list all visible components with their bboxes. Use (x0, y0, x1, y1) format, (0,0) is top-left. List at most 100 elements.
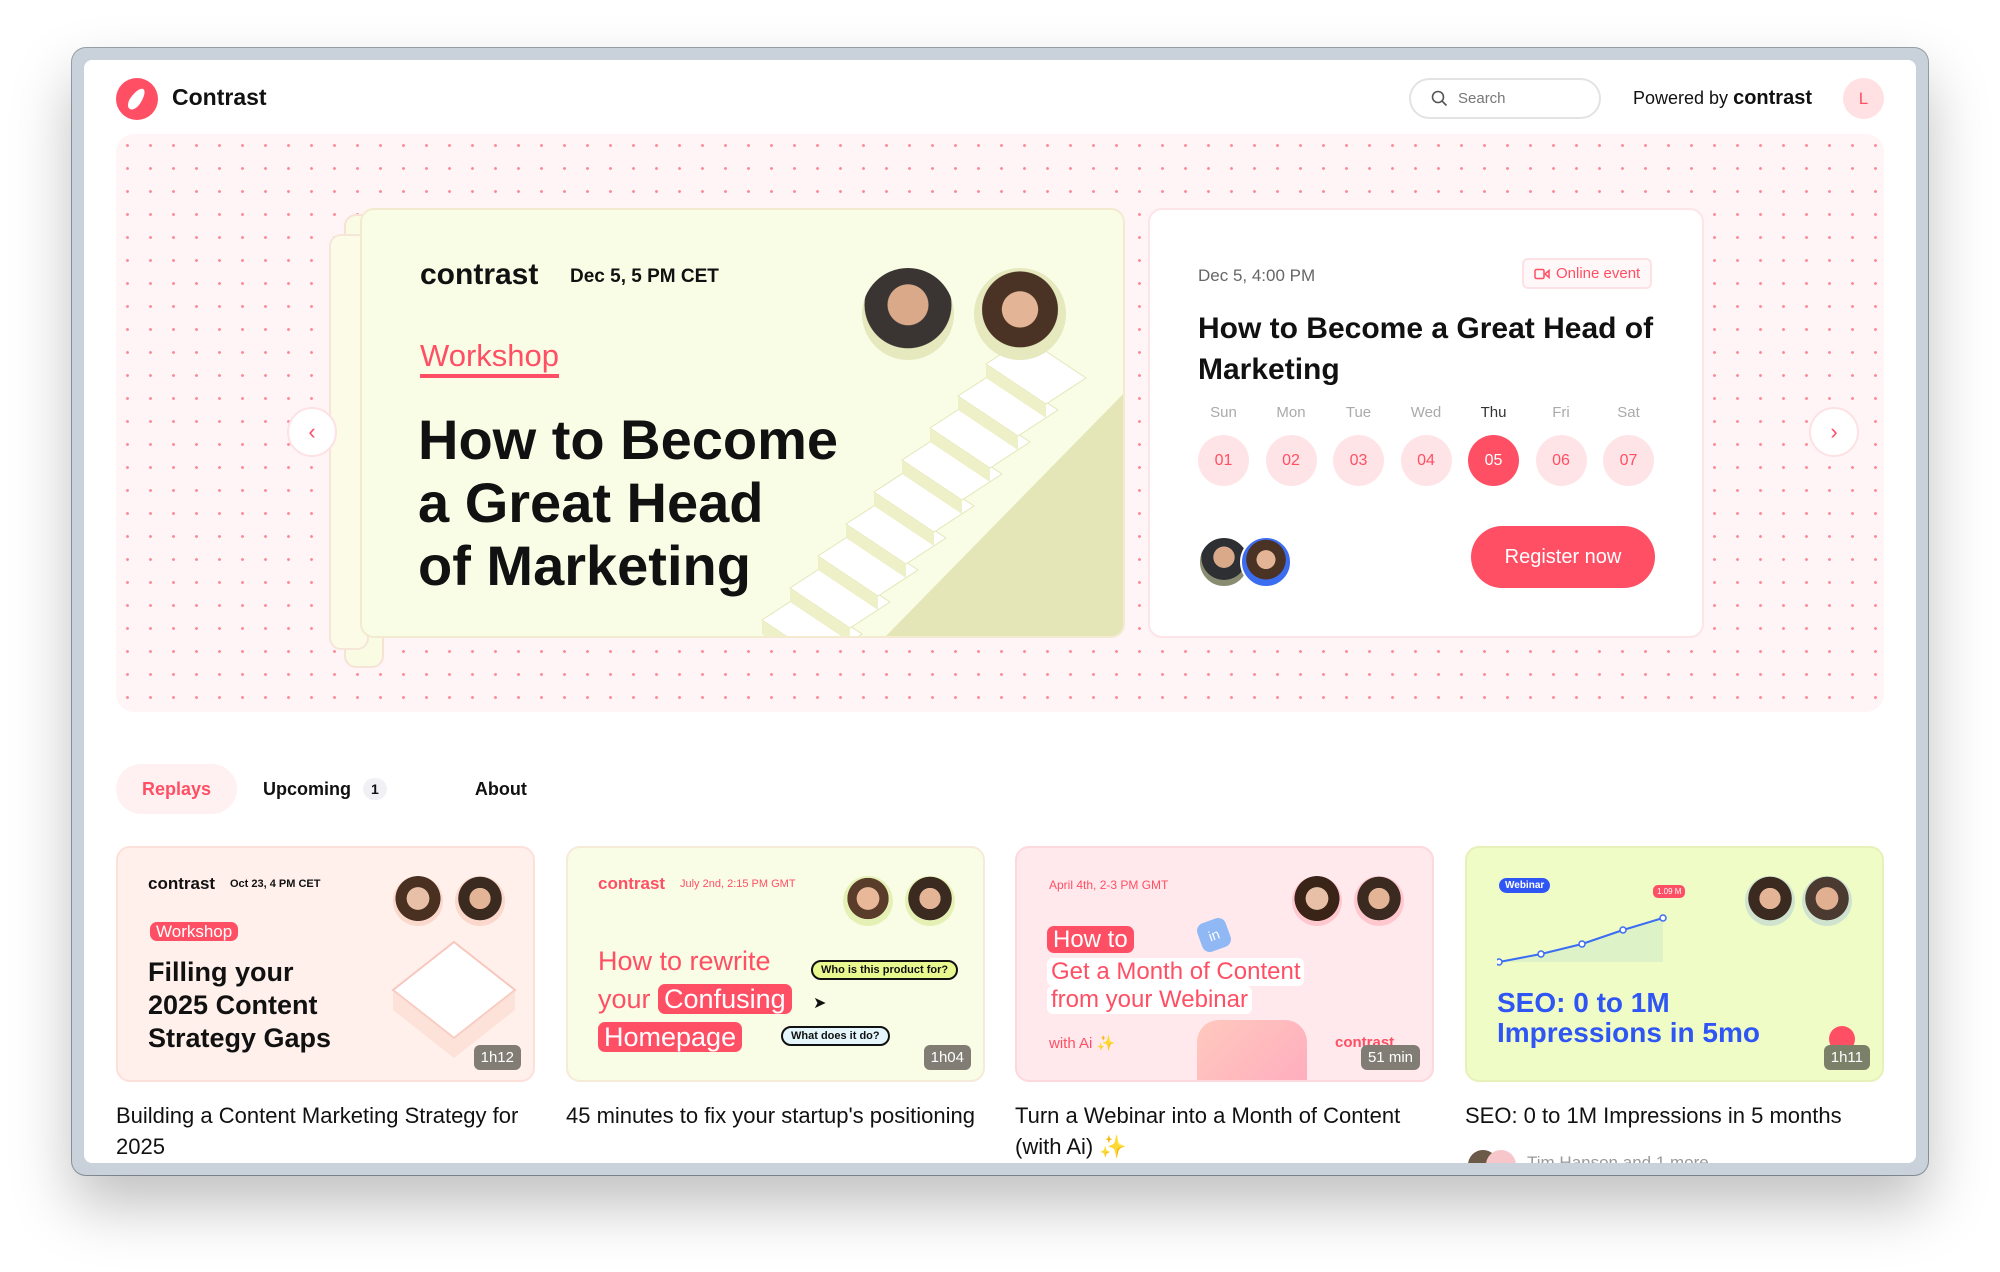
day-number: 05 (1468, 435, 1519, 486)
speaker-photo (974, 268, 1066, 360)
card-logo: contrast (598, 874, 666, 893)
weekday-label: Fri (1552, 404, 1570, 421)
tab-label: Upcoming (263, 778, 352, 799)
event-title: How to Become a Great Head of Marketing (1198, 312, 1654, 386)
speaker-photo (1745, 876, 1795, 926)
app-screen: Contrast Search Powered by contrast L co… (84, 60, 1916, 1163)
contrast-logo-icon[interactable] (116, 78, 158, 120)
weekday-label: Mon (1276, 404, 1306, 421)
search-input[interactable]: Search (1409, 78, 1601, 119)
carousel-prev-button[interactable]: ‹ (287, 407, 337, 457)
card-thumb-title: SEO: 0 to 1M Impressions in 5mo (1497, 988, 1760, 1048)
featured-date: Dec 5, 5 PM CET (570, 266, 719, 287)
card-date: Oct 23, 4 PM CET (230, 878, 321, 890)
tab-bar: Replays Upcoming 1 About (116, 764, 553, 814)
day-option[interactable]: Fri 06 (1535, 404, 1587, 486)
duration-badge: 1h12 (473, 1045, 521, 1070)
card-thumb-title: How to rewrite your Confusing Homepage (598, 942, 792, 1056)
webinar-tag: Webinar (1499, 878, 1551, 893)
replay-card-thumbnail[interactable]: contrast Oct 23, 4 PM CET Workshop Filli… (116, 846, 535, 1082)
chevron-left-icon: ‹ (308, 419, 316, 444)
tab-about[interactable]: About (449, 764, 553, 814)
card-date: April 4th, 2-3 PM GMT (1049, 878, 1169, 892)
day-number: 06 (1535, 435, 1587, 486)
powered-prefix: Powered by (1633, 88, 1729, 108)
event-details-card: Dec 5, 4:00 PM Online event How to Becom… (1148, 208, 1704, 638)
replay-card-thumbnail[interactable]: contrast July 2nd, 2:15 PM GMT How to re… (566, 846, 985, 1082)
carousel-next-button[interactable]: › (1809, 407, 1859, 457)
chart-value-label: 1.09 M (1653, 885, 1686, 898)
thumb-line: Filling your (148, 957, 294, 987)
thumb-line: from your Webinar (1047, 986, 1252, 1014)
card-thumb-title: How to Get a Month of Content from your … (1047, 926, 1305, 1014)
day-option[interactable]: Tue 03 (1333, 404, 1384, 486)
day-number: 02 (1265, 435, 1317, 486)
search-placeholder: Search (1458, 90, 1506, 107)
badge-label: Online event (1556, 265, 1641, 282)
upcoming-count-badge: 1 (363, 778, 387, 800)
card-tag: Workshop (150, 922, 239, 942)
title-line: a Great Head (418, 471, 764, 534)
brand-name: Contrast (172, 84, 267, 110)
featured-logo: contrast (420, 258, 539, 291)
thumb-highlight: How to (1047, 926, 1134, 953)
speaker-photo (455, 876, 505, 926)
instagram-icon (1197, 1020, 1307, 1080)
speaker-photo (1354, 876, 1404, 926)
powered-by[interactable]: Powered by contrast (1633, 87, 1812, 110)
weekday-label: Sun (1210, 404, 1237, 421)
card-date: July 2nd, 2:15 PM GMT (680, 878, 796, 890)
title-line: How to Become (418, 408, 839, 471)
day-option[interactable]: Thu 05 (1468, 404, 1519, 486)
user-avatar[interactable]: L (1843, 78, 1884, 119)
powered-brand: contrast (1733, 87, 1812, 109)
day-option[interactable]: Mon 02 (1265, 404, 1317, 486)
thumb-word: your (598, 984, 651, 1014)
speaker-photo (905, 876, 955, 926)
speaker-photo (393, 876, 443, 926)
card-logo: contrast (148, 874, 216, 893)
speaker-photo (1802, 876, 1852, 926)
cursor-icon: ➤ (813, 995, 827, 1012)
weekday-label: Thu (1480, 404, 1507, 421)
video-camera-icon (1534, 268, 1550, 279)
replay-title[interactable]: 45 minutes to fix your startup's positio… (566, 1100, 986, 1131)
thumb-line: your Confusing (598, 980, 792, 1018)
workshop-tag: Workshop (150, 922, 239, 941)
thumb-highlight: Confusing (658, 984, 792, 1014)
day-number: 07 (1603, 435, 1654, 486)
day-option[interactable]: Sun 01 (1198, 404, 1249, 486)
weekday-label: Sat (1617, 404, 1640, 421)
chevron-right-icon: › (1830, 419, 1838, 444)
register-now-button[interactable]: Register now (1471, 526, 1655, 588)
replay-title[interactable]: Building a Content Marketing Strategy fo… (116, 1100, 536, 1162)
replay-title[interactable]: Turn a Webinar into a Month of Content (… (1015, 1100, 1415, 1162)
thumb-line: Strategy Gaps (148, 1023, 332, 1053)
speaker-avatar (1240, 536, 1292, 588)
featured-event-banner[interactable]: contrast Dec 5, 5 PM CET Workshop How to… (360, 208, 1125, 638)
day-option[interactable]: Sat 07 (1603, 404, 1654, 486)
speaker-photo (862, 268, 954, 360)
replay-card-thumbnail[interactable]: Webinar 1.09 M SEO: 0 to 1M Impressions i… (1465, 846, 1884, 1082)
thumb-highlight: Homepage (598, 1022, 743, 1052)
speaker-photo (843, 876, 893, 926)
duration-badge: 1h04 (923, 1045, 971, 1070)
day-picker: Sun 01 Mon 02 Tue 03 Wed 04 Thu 05 Fri 06 Sat 07 (1198, 404, 1654, 486)
weekday-label: Wed (1410, 404, 1442, 421)
featured-type: Workshop (420, 338, 559, 378)
day-number: 01 (1198, 435, 1249, 486)
thumb-line: SEO: 0 to 1M (1497, 987, 1670, 1018)
growth-chart-illustration (1497, 914, 1667, 966)
thumb-line: with Ai ✨ (1049, 1035, 1116, 1052)
day-number: 03 (1333, 435, 1384, 486)
replay-card-thumbnail[interactable]: April 4th, 2-3 PM GMT in How to Get a Mo… (1015, 846, 1434, 1082)
day-option[interactable]: Wed 04 (1400, 404, 1452, 486)
featured-title: How to Become a Great Head of Marketing (418, 408, 838, 597)
speaker-photo (1292, 876, 1342, 926)
tab-upcoming[interactable]: Upcoming 1 (237, 764, 413, 814)
tab-replays[interactable]: Replays (116, 764, 238, 814)
speech-bubble: Who is this product for? (811, 960, 959, 980)
online-event-badge: Online event (1522, 258, 1653, 289)
search-icon (1431, 90, 1448, 107)
replay-title[interactable]: SEO: 0 to 1M Impressions in 5 months (1465, 1100, 1885, 1131)
